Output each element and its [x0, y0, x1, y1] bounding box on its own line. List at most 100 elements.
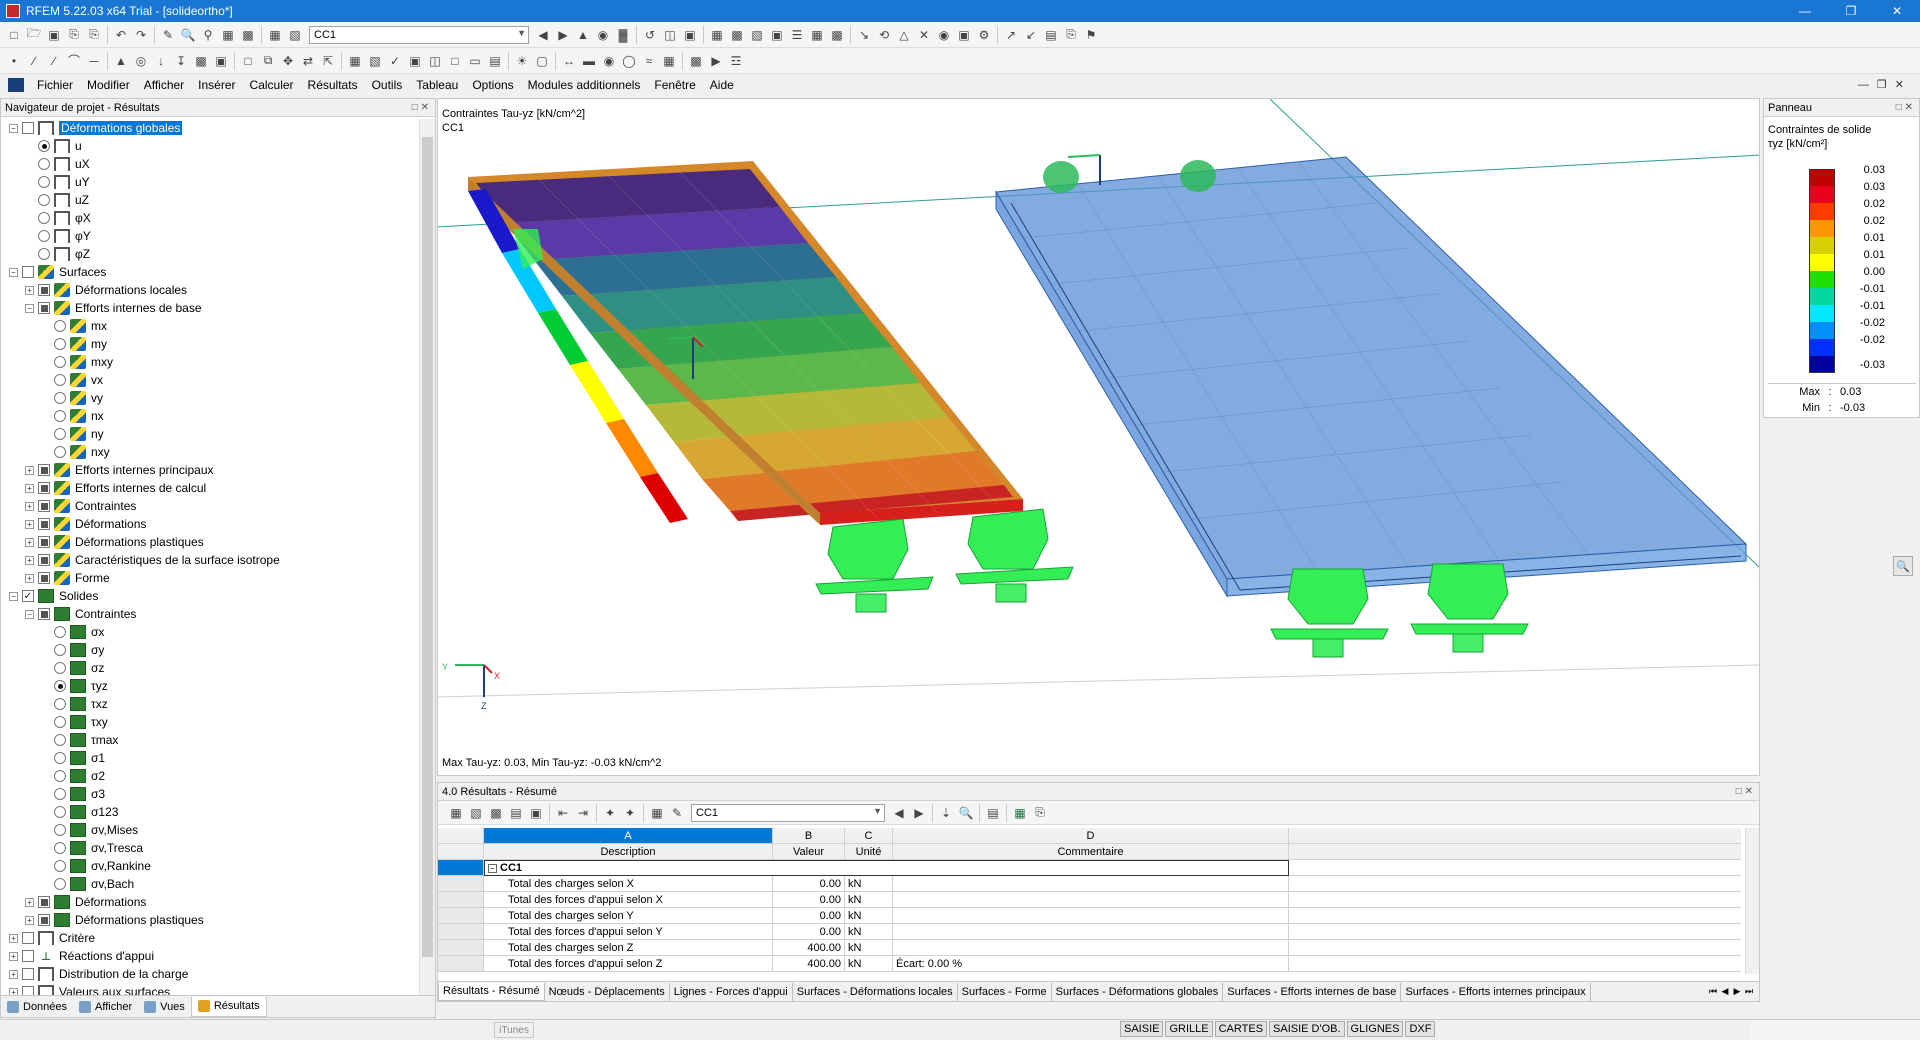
- value-cell[interactable]: 0.00: [773, 924, 845, 940]
- radio-button[interactable]: [54, 374, 66, 386]
- results-tab[interactable]: Surfaces - Déformations locales: [793, 982, 958, 1001]
- last-tab-icon[interactable]: ⏭: [1743, 986, 1755, 997]
- settings-icon[interactable]: ⚙: [975, 26, 993, 44]
- comment-cell[interactable]: [893, 940, 1289, 956]
- unit-cell[interactable]: kN: [845, 908, 893, 924]
- load-case-select[interactable]: CC1 ▼: [309, 25, 529, 44]
- wireframe-icon[interactable]: ▢: [533, 52, 551, 70]
- view-in-graphic-icon[interactable]: ✦: [621, 804, 639, 822]
- expand-icon[interactable]: +: [25, 573, 34, 583]
- tab-vues[interactable]: Vues: [138, 997, 191, 1017]
- radio-button[interactable]: [54, 320, 66, 332]
- status-toggle-button[interactable]: DXF: [1405, 1021, 1436, 1037]
- previous-table-icon[interactable]: ⇤: [554, 804, 572, 822]
- ruler-icon[interactable]: ▬: [580, 52, 598, 70]
- row-header[interactable]: [438, 876, 484, 892]
- search-icon[interactable]: 🔍: [957, 804, 975, 822]
- tree-item[interactable]: my: [1, 335, 417, 353]
- radio-button[interactable]: [38, 140, 50, 152]
- front-view-icon[interactable]: □: [446, 52, 464, 70]
- description-cell[interactable]: Total des forces d'appui selon Y: [484, 924, 773, 940]
- measure-icon[interactable]: ↘: [855, 26, 873, 44]
- display-icon[interactable]: ▣: [681, 26, 699, 44]
- distributed-load-icon[interactable]: ↧: [172, 52, 190, 70]
- results-tab[interactable]: Surfaces - Efforts internes de base: [1223, 982, 1402, 1001]
- tree-item[interactable]: φY: [1, 227, 417, 245]
- radio-button[interactable]: [54, 878, 66, 890]
- tab-donnees[interactable]: Données: [1, 997, 73, 1017]
- table-row[interactable]: Total des charges selon X 0.00 kN: [438, 876, 1746, 892]
- expand-icon[interactable]: +: [9, 951, 18, 961]
- navigator-scrollbar[interactable]: [419, 119, 435, 995]
- node-icon[interactable]: •: [5, 52, 23, 70]
- tree-item[interactable]: vy: [1, 389, 417, 407]
- comment-cell[interactable]: [893, 924, 1289, 940]
- radio-button[interactable]: [54, 716, 66, 728]
- minimize-icon[interactable]: —: [1782, 0, 1828, 22]
- window-icon[interactable]: ▩: [239, 26, 257, 44]
- radio-button[interactable]: [54, 662, 66, 674]
- tree-item[interactable]: + Efforts internes principaux: [1, 461, 417, 479]
- next-icon[interactable]: ▶: [554, 26, 572, 44]
- comment-cell[interactable]: [893, 908, 1289, 924]
- tree-item[interactable]: + Déformations: [1, 515, 417, 533]
- settings-icon[interactable]: ▤: [984, 804, 1002, 822]
- radio-button[interactable]: [54, 356, 66, 368]
- tree-item[interactable]: + Distribution de la charge: [1, 965, 417, 983]
- pin-close-icon[interactable]: □ ✕: [412, 102, 429, 113]
- description-cell[interactable]: Total des charges selon Y: [484, 908, 773, 924]
- iso-view-icon[interactable]: ◫: [426, 52, 444, 70]
- tree-item[interactable]: σx: [1, 623, 417, 641]
- unit-cell[interactable]: kN: [845, 924, 893, 940]
- view-icon[interactable]: ▩: [728, 26, 746, 44]
- tree-item[interactable]: + Déformations plastiques: [1, 911, 417, 929]
- sort-icon[interactable]: ▩: [487, 804, 505, 822]
- calculate-icon[interactable]: ↺: [641, 26, 659, 44]
- tree-item[interactable]: uZ: [1, 191, 417, 209]
- radio-button[interactable]: [54, 626, 66, 638]
- menu-inserer[interactable]: Insérer: [191, 78, 242, 92]
- expand-icon[interactable]: +: [25, 519, 34, 529]
- tree-item[interactable]: + ⊥ Réactions d'appui: [1, 947, 417, 965]
- deformed-icon[interactable]: ≈: [640, 52, 658, 70]
- description-cell[interactable]: Total des forces d'appui selon X: [484, 892, 773, 908]
- tree-item[interactable]: σv,Rankine: [1, 857, 417, 875]
- tree-item[interactable]: + Forme: [1, 569, 417, 587]
- status-toggle-button[interactable]: GLIGNES: [1346, 1021, 1404, 1037]
- zoom-panel-icon[interactable]: 🔍: [1893, 556, 1913, 576]
- tree-item[interactable]: u: [1, 137, 417, 155]
- checkbox[interactable]: ✓: [22, 590, 34, 602]
- checkbox[interactable]: [22, 932, 34, 944]
- checkbox[interactable]: [38, 464, 50, 476]
- mdi-window-controls[interactable]: —❐✕: [1858, 78, 1912, 91]
- tree-item[interactable]: τxy: [1, 713, 417, 731]
- row-header[interactable]: [438, 892, 484, 908]
- menu-tableau[interactable]: Tableau: [409, 78, 465, 92]
- group-label[interactable]: − CC1: [484, 860, 1289, 876]
- collapse-icon[interactable]: −: [25, 303, 34, 313]
- color-icon[interactable]: ◉: [600, 52, 618, 70]
- radio-button[interactable]: [54, 428, 66, 440]
- results-icon[interactable]: ▲: [574, 26, 592, 44]
- value-cell[interactable]: 0.00: [773, 892, 845, 908]
- print-table-icon[interactable]: ⎘: [1031, 804, 1049, 822]
- export-excel-icon[interactable]: ▦: [447, 804, 465, 822]
- close-icon[interactable]: ✕: [1874, 0, 1920, 22]
- tree-item[interactable]: − Efforts internes de base: [1, 299, 417, 317]
- tree-item[interactable]: σy: [1, 641, 417, 659]
- collapse-icon[interactable]: −: [488, 863, 497, 873]
- radio-button[interactable]: [54, 860, 66, 872]
- color-legend[interactable]: 0.03 0.03 0.02 0.02 0.01 0.01 0.00 -0.01 -0.01 -0…: [1809, 164, 1885, 373]
- box-icon[interactable]: ▣: [955, 26, 973, 44]
- results-scrollbar[interactable]: [1745, 828, 1759, 974]
- tree-item[interactable]: τxz: [1, 695, 417, 713]
- save-icon[interactable]: ▣: [45, 26, 63, 44]
- side-view-icon[interactable]: ▭: [466, 52, 484, 70]
- table-row[interactable]: Total des forces d'appui selon X 0.00 kN: [438, 892, 1746, 908]
- tree-item[interactable]: − Contraintes: [1, 605, 417, 623]
- find-icon[interactable]: 🔍: [179, 26, 197, 44]
- table-row[interactable]: Total des forces d'appui selon Z 400.00 kN…: [438, 956, 1746, 972]
- row-header[interactable]: [438, 908, 484, 924]
- redo-icon[interactable]: ↷: [132, 26, 150, 44]
- graphics-viewport[interactable]: Y X Z Contraintes Tau-yz [kN/cm^2] CC1 M…: [437, 98, 1760, 776]
